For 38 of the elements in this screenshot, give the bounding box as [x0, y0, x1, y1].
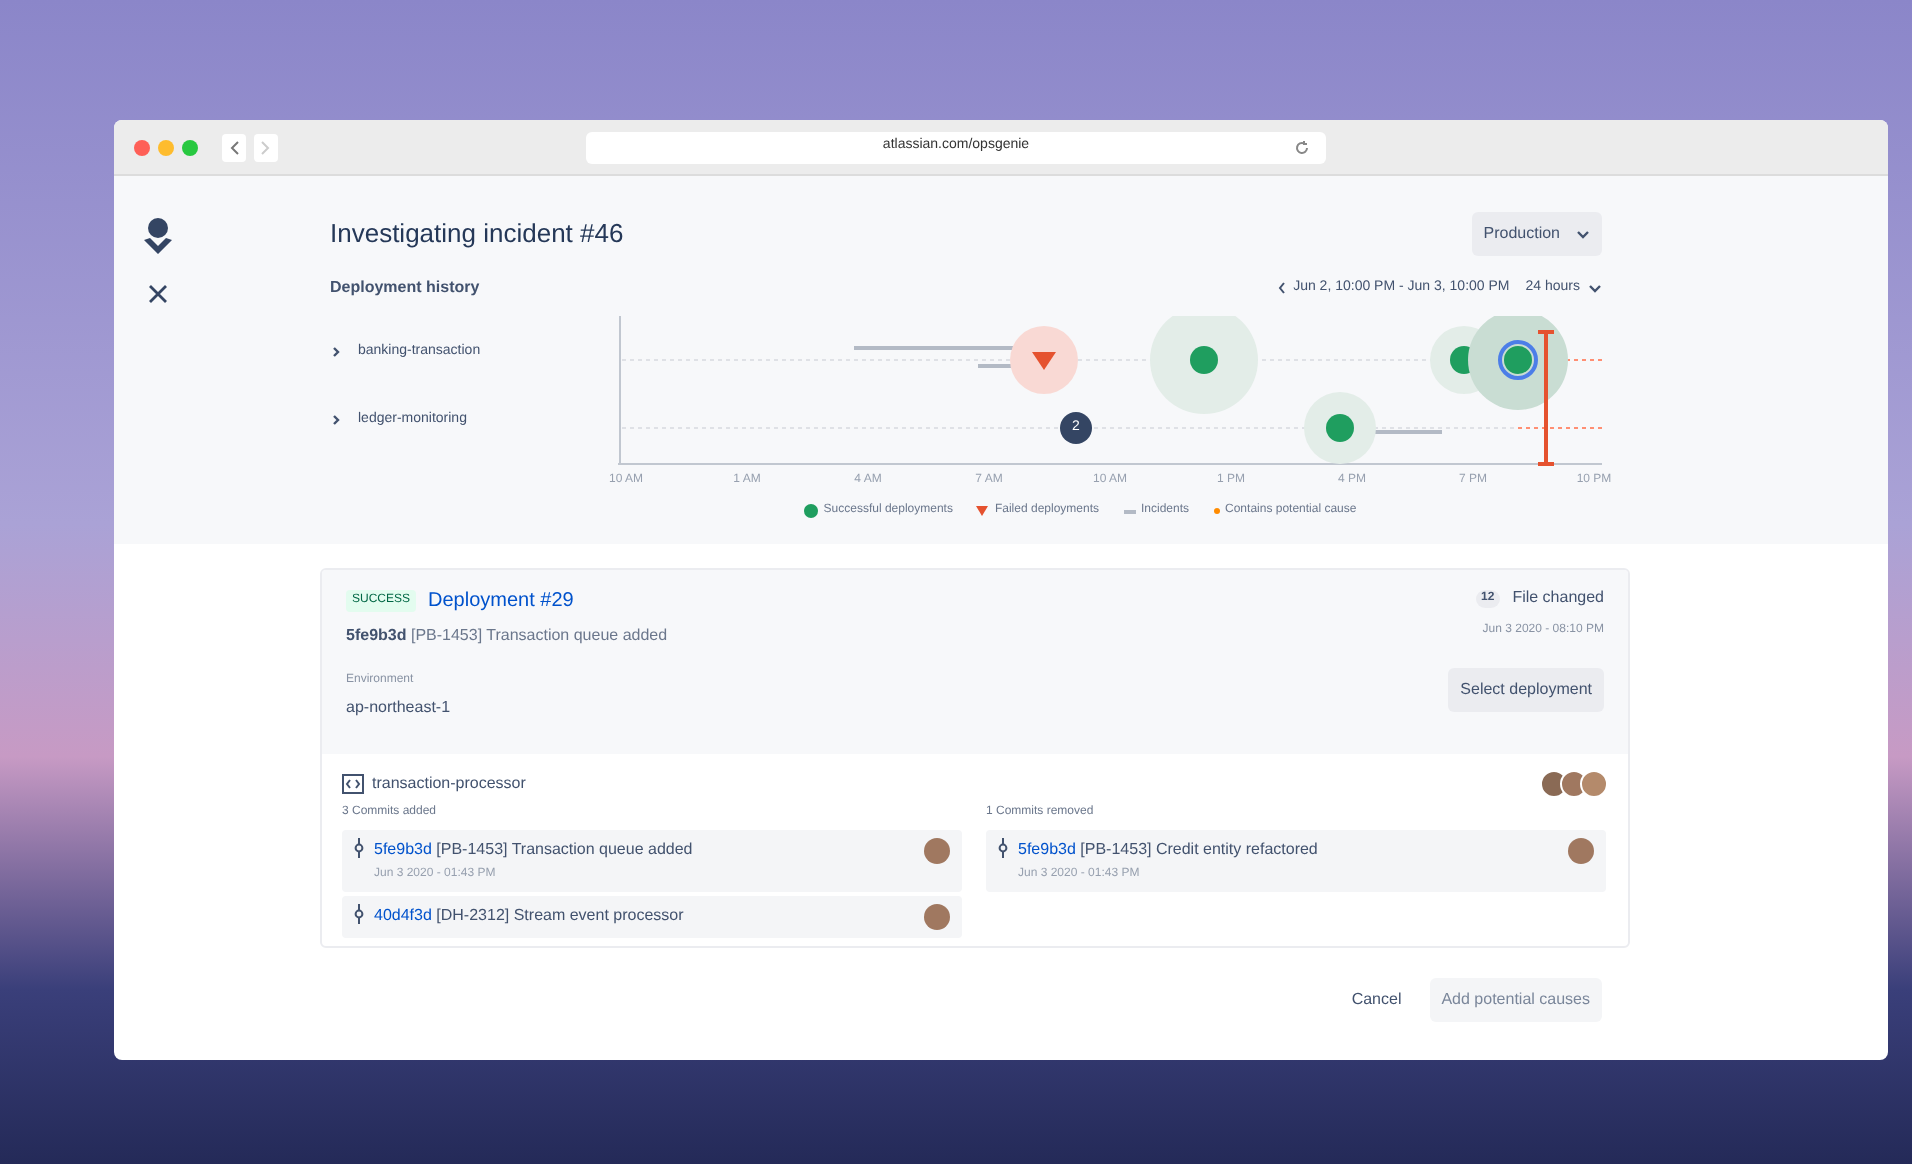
- avatar: [924, 904, 950, 930]
- app-logo-icon: [142, 216, 174, 256]
- commit-item[interactable]: 40d4f3d [DH-2312] Stream event processor: [342, 896, 962, 938]
- chevron-left-icon: [228, 139, 240, 155]
- code-icon: [342, 774, 364, 794]
- chevron-down-icon: [1588, 283, 1602, 293]
- commit-title: 5fe9b3d [PB-1453] Transaction queue added: [374, 838, 693, 862]
- chevron-right-icon: [260, 139, 272, 155]
- chevron-left-icon: [1277, 282, 1286, 294]
- cancel-button[interactable]: Cancel: [1343, 978, 1410, 1022]
- chevron-right-icon: [330, 346, 342, 358]
- avatar: [1568, 838, 1594, 864]
- maximize-window-icon[interactable]: [182, 139, 198, 155]
- avatar: [924, 838, 950, 864]
- avatar: [1580, 770, 1608, 798]
- section-title: Deployment history: [330, 276, 480, 300]
- close-icon[interactable]: [148, 284, 168, 304]
- repository-name: transaction-processor: [372, 772, 526, 796]
- triangle-icon: [976, 506, 989, 516]
- commit-icon: [354, 838, 364, 858]
- deployment-link[interactable]: Deployment #29: [428, 586, 574, 616]
- field-value: ap-northeast-1: [346, 696, 453, 720]
- files-changed-label: File changed: [1512, 586, 1604, 610]
- chevron-down-icon: [1576, 229, 1590, 239]
- commit-icon: [998, 838, 1008, 858]
- forward-button[interactable]: [254, 133, 278, 161]
- reload-icon[interactable]: [1294, 139, 1310, 155]
- select-deployment-button[interactable]: Select deployment: [1448, 668, 1604, 712]
- back-button[interactable]: [222, 133, 246, 161]
- commit-summary: 5fe9b3d [PB-1453] Transaction queue added: [346, 624, 668, 648]
- page-title: Investigating incident #46: [330, 216, 624, 253]
- minimize-window-icon[interactable]: [158, 139, 174, 155]
- close-window-icon[interactable]: [134, 139, 150, 155]
- chevron-right-icon: [330, 414, 342, 426]
- commit-title: 5fe9b3d [PB-1453] Credit entity refactored: [1018, 838, 1318, 862]
- commit-title: 40d4f3d [DH-2312] Stream event processor: [374, 904, 684, 928]
- environment-dropdown[interactable]: Production: [1471, 212, 1602, 256]
- commit-icon: [354, 904, 364, 924]
